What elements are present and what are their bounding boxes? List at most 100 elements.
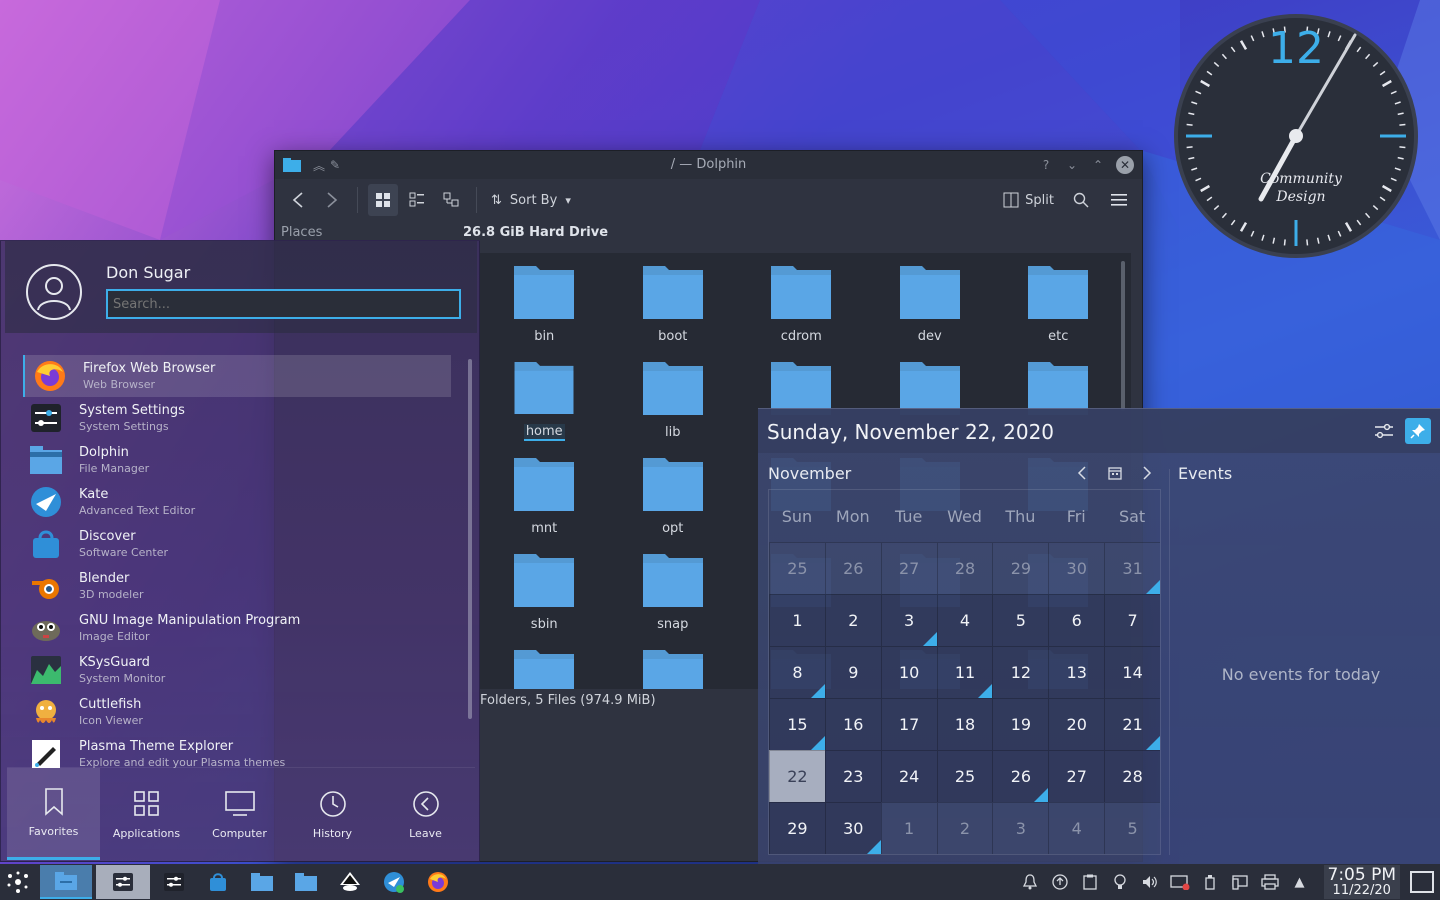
app-item-firefox[interactable]: Firefox Web Browser Web Browser: [23, 355, 451, 397]
calendar-day[interactable]: 9: [824, 646, 881, 698]
app-item-blender[interactable]: Blender 3D modeler: [21, 565, 451, 607]
calendar-day[interactable]: 30: [1048, 542, 1105, 594]
app-item-gimp[interactable]: GNU Image Manipulation Program Image Edi…: [21, 607, 451, 649]
app-item-discover[interactable]: Discover Software Center: [21, 523, 451, 565]
calendar-day[interactable]: 7: [1104, 594, 1161, 646]
app-item-cuttlefish[interactable]: Cuttlefish Icon Viewer: [21, 691, 451, 733]
tab-applications[interactable]: Applications: [100, 768, 193, 860]
volume-icon[interactable]: [1140, 872, 1160, 892]
calendar-pin-button[interactable]: [1405, 418, 1431, 444]
task-discover[interactable]: [198, 865, 238, 899]
calendar-settings-button[interactable]: [1372, 419, 1396, 443]
calendar-day[interactable]: 8: [769, 646, 825, 698]
show-desktop-button[interactable]: [1410, 871, 1434, 893]
split-button[interactable]: Split: [999, 184, 1058, 216]
folder-item[interactable]: cdrom: [737, 263, 866, 345]
file-view-scrollbar[interactable]: [1121, 261, 1125, 411]
kde-connect-icon[interactable]: [1230, 872, 1250, 892]
sort-by-button[interactable]: ⇅ Sort By ▾: [487, 184, 575, 216]
folder-item[interactable]: lib: [609, 359, 738, 441]
calendar-day[interactable]: 2: [824, 594, 881, 646]
compact-view-button[interactable]: [402, 184, 432, 216]
calendar-day[interactable]: 25: [936, 750, 993, 802]
task-kate[interactable]: [374, 865, 414, 899]
calendar-day[interactable]: 1: [769, 594, 825, 646]
search-button[interactable]: [1066, 184, 1096, 216]
task-system-settings-2[interactable]: [154, 865, 194, 899]
calendar-day[interactable]: 14: [1104, 646, 1161, 698]
calendar-day[interactable]: 29: [769, 802, 825, 854]
folder-item[interactable]: bin: [480, 263, 609, 345]
calendar-day[interactable]: 28: [936, 542, 993, 594]
task-firefox[interactable]: [418, 865, 458, 899]
calendar-day[interactable]: 27: [1048, 750, 1105, 802]
hamburger-menu-button[interactable]: [1104, 184, 1134, 216]
updates-icon[interactable]: [1050, 872, 1070, 892]
calendar-day[interactable]: 27: [880, 542, 937, 594]
calendar-day[interactable]: 18: [936, 698, 993, 750]
calendar-day[interactable]: 11: [936, 646, 993, 698]
calendar-day[interactable]: 29: [992, 542, 1049, 594]
calendar-day[interactable]: 10: [880, 646, 937, 698]
avatar[interactable]: [26, 264, 82, 320]
app-item-kate[interactable]: Kate Advanced Text Editor: [21, 481, 451, 523]
task-dolphin[interactable]: [242, 865, 282, 899]
back-button[interactable]: [283, 184, 313, 216]
calendar-day[interactable]: 5: [992, 594, 1049, 646]
calendar-day-today[interactable]: 22: [769, 750, 825, 802]
calendar-day[interactable]: 19: [992, 698, 1049, 750]
today-button[interactable]: [1105, 463, 1125, 483]
task-dolphin-active[interactable]: [40, 865, 92, 899]
notifications-icon[interactable]: [1020, 872, 1040, 892]
calendar-day[interactable]: 6: [1048, 594, 1105, 646]
tab-history[interactable]: History: [286, 768, 379, 860]
calendar-day[interactable]: 16: [824, 698, 881, 750]
calendar-day[interactable]: 20: [1048, 698, 1105, 750]
icons-view-button[interactable]: [368, 184, 398, 216]
tray-expand-icon[interactable]: ▲: [1290, 872, 1310, 892]
launcher-scrollbar[interactable]: [468, 359, 472, 719]
tab-computer[interactable]: Computer: [193, 768, 286, 860]
folder-item[interactable]: dev: [866, 263, 995, 345]
launcher-button[interactable]: [0, 864, 36, 900]
calendar-day[interactable]: 3: [992, 802, 1049, 854]
calendar-day[interactable]: 13: [1048, 646, 1105, 698]
printer-icon[interactable]: [1260, 872, 1280, 892]
clipboard-icon[interactable]: [1080, 872, 1100, 892]
calendar-day[interactable]: 21: [1104, 698, 1161, 750]
task-system-settings[interactable]: [96, 865, 150, 899]
calendar-day[interactable]: 1: [880, 802, 937, 854]
details-view-button[interactable]: [436, 184, 466, 216]
calendar-day[interactable]: 17: [880, 698, 937, 750]
usb-device-icon[interactable]: [1200, 872, 1220, 892]
calendar-day[interactable]: 23: [824, 750, 881, 802]
folder-item[interactable]: etc: [994, 263, 1123, 345]
calendar-day[interactable]: 12: [992, 646, 1049, 698]
calendar-day[interactable]: 30: [824, 802, 881, 854]
calendar-day[interactable]: 5: [1104, 802, 1161, 854]
calendar-day[interactable]: 28: [1104, 750, 1161, 802]
app-item-ksysguard[interactable]: KSysGuard System Monitor: [21, 649, 451, 691]
calendar-day[interactable]: 4: [1048, 802, 1105, 854]
folder-item[interactable]: opt: [609, 455, 738, 537]
calendar-day[interactable]: 25: [769, 542, 825, 594]
next-month-button[interactable]: [1137, 463, 1157, 483]
calendar-day[interactable]: 15: [769, 698, 825, 750]
calendar-day[interactable]: 24: [880, 750, 937, 802]
folder-item[interactable]: snap: [609, 551, 738, 633]
calendar-day[interactable]: 4: [936, 594, 993, 646]
calendar-day[interactable]: 26: [824, 542, 881, 594]
task-dolphin-2[interactable]: [286, 865, 326, 899]
app-item-dolphin[interactable]: Dolphin File Manager: [21, 439, 451, 481]
folder-item[interactable]: home: [480, 359, 609, 441]
previous-month-button[interactable]: [1072, 463, 1092, 483]
calendar-day[interactable]: 2: [936, 802, 993, 854]
app-item-settings[interactable]: System Settings System Settings: [21, 397, 451, 439]
forward-button[interactable]: [317, 184, 347, 216]
folder-item[interactable]: [480, 647, 609, 689]
calendar-day[interactable]: 26: [992, 750, 1049, 802]
network-disconnected-icon[interactable]: [1169, 872, 1190, 892]
calendar-day[interactable]: 3: [880, 594, 937, 646]
tab-favorites[interactable]: Favorites: [7, 768, 100, 860]
analog-clock-widget[interactable]: 12 Community Design: [1173, 13, 1419, 259]
